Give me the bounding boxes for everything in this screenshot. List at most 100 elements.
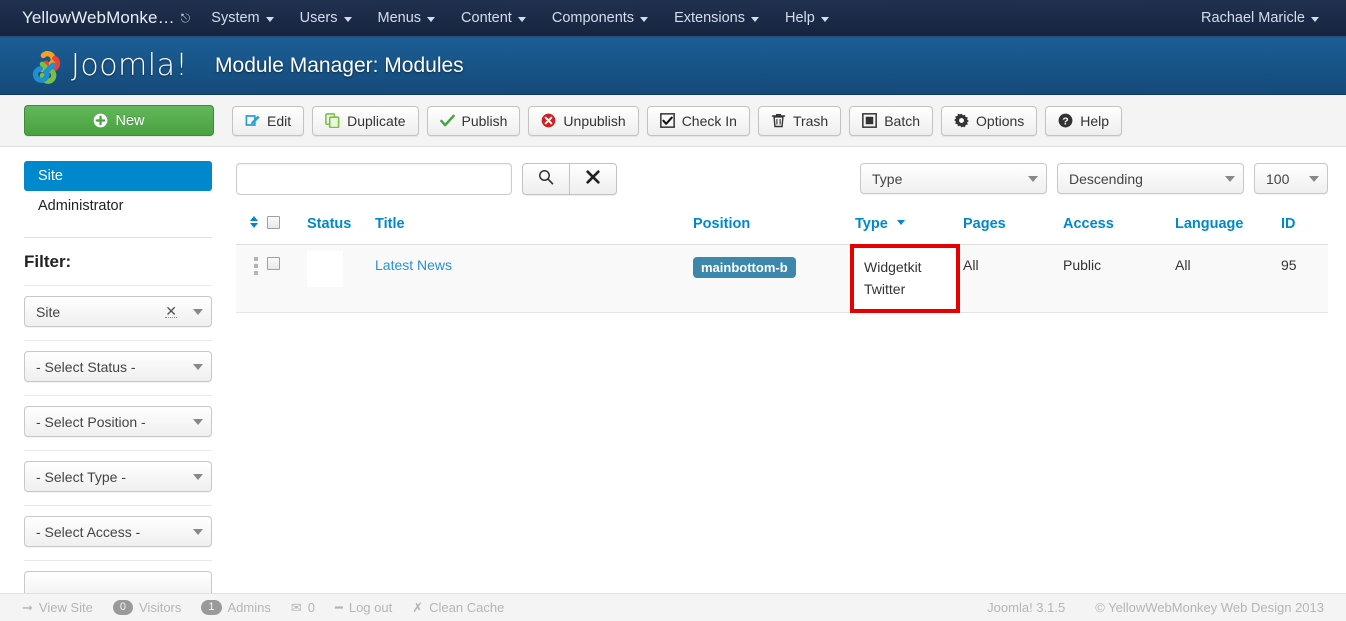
clear-filter-icon[interactable]: ✕ [165,304,177,318]
check-in-button[interactable]: Check In [646,105,750,136]
row-select-cell[interactable] [263,244,303,314]
menu-menus[interactable]: Menus [365,0,449,37]
square-icon [862,113,878,128]
chevron-down-icon [1309,175,1319,182]
edit-button[interactable]: Edit [232,105,305,136]
chevron-down-icon [751,16,759,22]
menu-users[interactable]: Users [287,0,365,37]
status-indicator[interactable] [307,251,343,287]
admins-indicator[interactable]: 1 Admins [201,600,271,615]
col-type[interactable]: Type [851,209,959,245]
check-in-button-label: Check In [681,112,737,129]
sort-direction-value: Descending [1069,170,1143,187]
trash-button[interactable]: Trash [757,105,842,136]
col-select-all[interactable] [263,209,303,245]
row-drag-handle[interactable] [236,244,263,314]
x-circle-icon [541,113,556,128]
site-brand-link[interactable]: YellowWebMonke… ⎋ [0,8,198,28]
checkbox-checked-icon [659,113,675,128]
modules-table: Status Title Position Type Pages Access … [236,209,1328,314]
new-button[interactable]: New [24,105,214,136]
menu-content[interactable]: Content [448,0,539,37]
col-id[interactable]: ID [1277,209,1328,245]
col-pages[interactable]: Pages [959,209,1059,245]
search-submit-button[interactable] [522,163,570,195]
row-type-cell: Widgetkit Twitter [850,244,960,314]
module-title-link[interactable]: Latest News [375,257,452,273]
type-filter-select[interactable]: - Select Type - [24,461,212,492]
publish-button[interactable]: Publish [426,105,521,136]
row-checkbox[interactable] [267,257,280,270]
messages-indicator[interactable]: ✉ 0 [291,600,315,616]
access-filter-select[interactable]: - Select Access - [24,516,212,547]
clean-cache-link[interactable]: ✗ Clean Cache [412,600,504,616]
chevron-down-icon [896,220,905,225]
sort-field-select[interactable]: Type [860,163,1047,194]
menu-menus-label: Menus [377,10,422,26]
help-button-label: Help [1080,112,1110,129]
chevron-down-icon [820,16,829,22]
visitors-indicator[interactable]: 0 Visitors [112,600,181,615]
sort-filters: Type Descending 100 [860,163,1328,194]
col-access[interactable]: Access [1059,209,1171,245]
user-menu[interactable]: Rachael Maricle [1188,0,1332,37]
chevron-down-icon [193,473,203,480]
module-type-line2: Twitter [864,280,906,297]
chevron-down-icon [193,308,203,315]
col-status[interactable]: Status [303,209,371,245]
position-filter-select[interactable]: - Select Position - [24,406,212,437]
select-all-checkbox[interactable] [267,215,280,229]
chevron-down-icon [1311,16,1319,22]
menu-components[interactable]: Components [539,0,661,37]
menu-help[interactable]: Help [772,0,842,37]
help-button[interactable]: ? Help [1045,105,1123,136]
duplicate-button[interactable]: Duplicate [312,105,419,136]
options-button[interactable]: Options [941,105,1038,136]
col-position[interactable]: Position [689,209,851,245]
status-filter-select[interactable]: - Select Status - [24,351,212,382]
table-header: Status Title Position Type Pages Access … [236,209,1328,245]
admins-label: Admins [227,600,271,615]
joomla-logo[interactable]: Joomla! [30,47,188,85]
row-pages-cell: All [959,244,1059,314]
table-row: Latest News mainbottom-b Widgetkit Twitt… [236,244,1328,314]
chevron-down-icon [640,16,649,22]
sidebar-item-administrator[interactable]: Administrator [24,191,212,221]
menu-extensions[interactable]: Extensions [661,0,772,37]
trash-icon [771,113,786,128]
table-header-row: Status Title Position Type Pages Access … [236,209,1328,245]
logout-link[interactable]: ━ Log out [335,600,392,616]
row-status-cell[interactable] [303,244,371,314]
svg-text:?: ? [1063,116,1069,127]
batch-button[interactable]: Batch [849,105,934,136]
type-highlight-box: Widgetkit Twitter [850,244,960,314]
position-badge[interactable]: mainbottom-b [693,257,796,278]
col-ordering[interactable] [236,209,263,245]
list-limit-select[interactable]: 100 [1254,163,1328,194]
copy-icon [325,113,340,129]
status-bar: ➞ View Site 0 Visitors 1 Admins ✉ 0 ━ Lo… [0,593,1346,621]
menu-system[interactable]: System [198,0,286,37]
sort-ordering-icon [250,215,259,229]
pencil-square-icon [245,113,260,128]
search-icon [538,169,554,190]
top-navigation-bar: YellowWebMonke… ⎋ System Users Menus Con… [0,0,1346,38]
type-filter-value: - Select Type - [36,468,127,485]
unpublish-button[interactable]: Unpublish [528,105,639,136]
client-filter-select[interactable]: Site ✕ [24,296,212,327]
view-site-link[interactable]: ➞ View Site [22,600,93,616]
sort-direction-select[interactable]: Descending [1057,163,1244,194]
logout-label: Log out [348,600,393,615]
col-title[interactable]: Title [371,209,689,245]
search-clear-button[interactable] [569,163,617,195]
close-icon [585,169,601,190]
batch-button-label: Batch [884,112,921,129]
sidebar-item-site[interactable]: Site [24,161,212,191]
action-toolbar: New Edit Duplicate Publish Unpublish Che… [0,95,1346,147]
unpublish-button-label: Unpublish [563,112,626,129]
publish-button-label: Publish [461,112,508,129]
search-input[interactable] [236,163,512,195]
chevron-down-icon [343,16,352,22]
col-language[interactable]: Language [1171,209,1277,245]
chevron-down-icon [193,363,203,370]
